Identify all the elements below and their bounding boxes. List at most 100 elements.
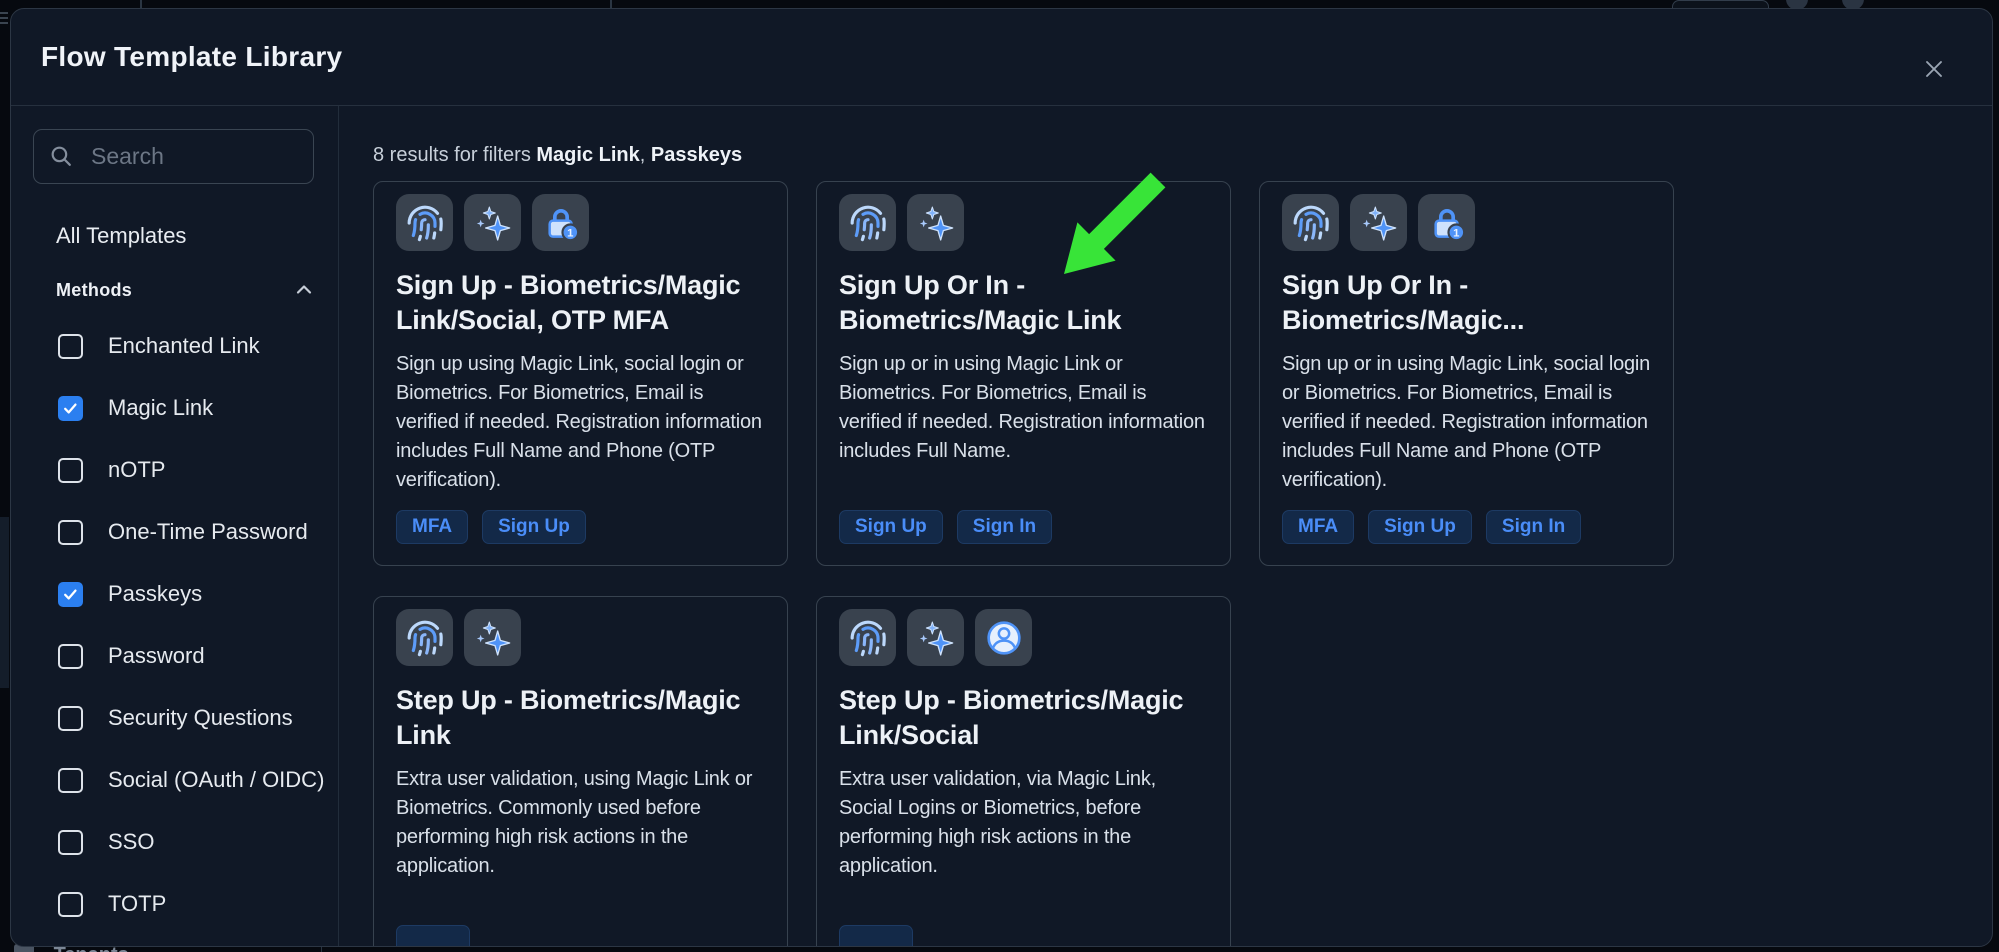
card-description: Sign up or in using Magic Link or Biomet… — [839, 350, 1208, 466]
card-icons — [839, 194, 1208, 251]
methods-section-label: Methods — [56, 280, 132, 301]
sparkles-icon — [464, 194, 521, 251]
filter-label: Security Questions — [108, 705, 293, 731]
fingerprint-icon — [839, 609, 896, 666]
card-icons — [839, 609, 1208, 666]
filter-label: Magic Link — [108, 395, 213, 421]
card-description: Extra user validation, via Magic Link, S… — [839, 765, 1208, 881]
method-filter[interactable]: Security Questions — [58, 705, 324, 731]
fingerprint-icon — [1282, 194, 1339, 251]
fingerprint-icon — [396, 609, 453, 666]
template-card[interactable]: Sign Up Or In - Biometrics/Magic Link Si… — [816, 181, 1231, 566]
card-icons: 1 — [1282, 194, 1651, 251]
card-tags: MFA Sign Up Sign In — [1282, 510, 1581, 544]
filter-label: SSO — [108, 829, 154, 855]
template-card[interactable]: Step Up - Biometrics/Magic Link/Social E… — [816, 596, 1231, 947]
svg-text:1: 1 — [1453, 227, 1459, 239]
results-summary: 8 results for filters Magic Link, Passke… — [373, 144, 742, 167]
tag-badge: Sign Up — [839, 510, 943, 544]
sidebar-item-all-templates[interactable]: All Templates — [56, 223, 186, 249]
filter-label: Password — [108, 643, 205, 669]
user-icon — [975, 609, 1032, 666]
card-tags: MFA Sign Up — [396, 510, 586, 544]
search-icon — [48, 143, 75, 170]
card-icons: 1 — [396, 194, 765, 251]
card-title: Sign Up Or In - Biometrics/Magic Link — [839, 268, 1208, 338]
method-filter[interactable]: SSO — [58, 829, 324, 855]
svg-text:1: 1 — [567, 227, 573, 239]
checkbox — [58, 582, 83, 607]
card-title: Sign Up - Biometrics/Magic Link/Social, … — [396, 268, 765, 338]
method-filter[interactable]: Enchanted Link — [58, 333, 324, 359]
card-tags: Sign Up Sign In — [839, 510, 1052, 544]
method-filter[interactable]: TOTP — [58, 891, 324, 917]
sparkles-icon — [1350, 194, 1407, 251]
modal-header: Flow Template Library — [11, 9, 1992, 106]
checkbox — [58, 830, 83, 855]
method-filter[interactable]: Magic Link — [58, 395, 324, 421]
tag-badge: MFA — [396, 510, 468, 544]
check-icon — [62, 400, 79, 417]
template-card[interactable]: 1 Sign Up - Biometrics/Magic Link/Social… — [373, 181, 788, 566]
sparkles-icon — [907, 194, 964, 251]
background-tick — [140, 0, 142, 8]
method-filter-list: Enchanted Link Magic Link nOTP One-Time … — [58, 333, 324, 917]
results-panel: 8 results for filters Magic Link, Passke… — [339, 106, 1992, 946]
filter-label: TOTP — [108, 891, 166, 917]
tag-badge: Sign Up — [482, 510, 586, 544]
search-input[interactable] — [89, 142, 299, 171]
screen: Tenants Flow Template Library All Templa… — [0, 0, 1999, 952]
template-card[interactable]: 1 Sign Up Or In - Biometrics/Magic... Si… — [1259, 181, 1674, 566]
checkbox — [58, 892, 83, 917]
close-button[interactable] — [1912, 47, 1956, 91]
filter-label: Passkeys — [108, 581, 202, 607]
modal-title: Flow Template Library — [41, 41, 342, 73]
card-grid: 1 Sign Up - Biometrics/Magic Link/Social… — [373, 181, 1674, 947]
filter-label: nOTP — [108, 457, 165, 483]
card-description: Sign up or in using Magic Link, social l… — [1282, 350, 1651, 495]
method-filter[interactable]: nOTP — [58, 457, 324, 483]
tag-badge: Sign Up — [1368, 510, 1472, 544]
check-icon — [62, 586, 79, 603]
fingerprint-icon — [396, 194, 453, 251]
checkbox — [58, 458, 83, 483]
filter-label: Enchanted Link — [108, 333, 260, 359]
tag-badge: Sign In — [957, 510, 1052, 544]
card-title: Sign Up Or In - Biometrics/Magic... — [1282, 268, 1651, 338]
method-filter[interactable]: Social (OAuth / OIDC) — [58, 767, 324, 793]
background-tick — [610, 0, 612, 8]
background-sidebar-highlight — [0, 517, 9, 688]
card-tags — [396, 925, 470, 947]
sparkles-icon — [464, 609, 521, 666]
fingerprint-icon — [839, 194, 896, 251]
filter-sidebar: All Templates Methods Enchanted Link Mag… — [11, 106, 339, 946]
tag-badge: MFA — [1282, 510, 1354, 544]
chevron-up-icon — [292, 278, 316, 302]
method-filter[interactable]: Passkeys — [58, 581, 324, 607]
lock-otp-icon: 1 — [1418, 194, 1475, 251]
card-description: Extra user validation, using Magic Link … — [396, 765, 765, 881]
sparkles-icon — [907, 609, 964, 666]
results-filter-passkeys: Passkeys — [651, 144, 742, 166]
checkbox — [58, 520, 83, 545]
methods-section-toggle[interactable]: Methods — [56, 278, 316, 302]
card-title: Step Up - Biometrics/Magic Link — [396, 683, 765, 753]
partial-tag-badge — [396, 925, 470, 947]
template-card[interactable]: Step Up - Biometrics/Magic Link Extra us… — [373, 596, 788, 947]
flow-template-library-modal: Flow Template Library All Templates Meth… — [10, 8, 1993, 947]
search-box — [33, 129, 314, 184]
checkbox — [58, 706, 83, 731]
card-description: Sign up using Magic Link, social login o… — [396, 350, 765, 495]
method-filter[interactable]: Password — [58, 643, 324, 669]
results-filter-magic-link: Magic Link — [536, 144, 639, 166]
menu-icon — [0, 12, 8, 27]
tag-badge: Sign In — [1486, 510, 1581, 544]
filter-label: One-Time Password — [108, 519, 308, 545]
lock-otp-icon: 1 — [532, 194, 589, 251]
checkbox — [58, 768, 83, 793]
checkbox — [58, 644, 83, 669]
method-filter[interactable]: One-Time Password — [58, 519, 324, 545]
checkbox — [58, 334, 83, 359]
checkbox — [58, 396, 83, 421]
close-icon — [1921, 56, 1947, 82]
